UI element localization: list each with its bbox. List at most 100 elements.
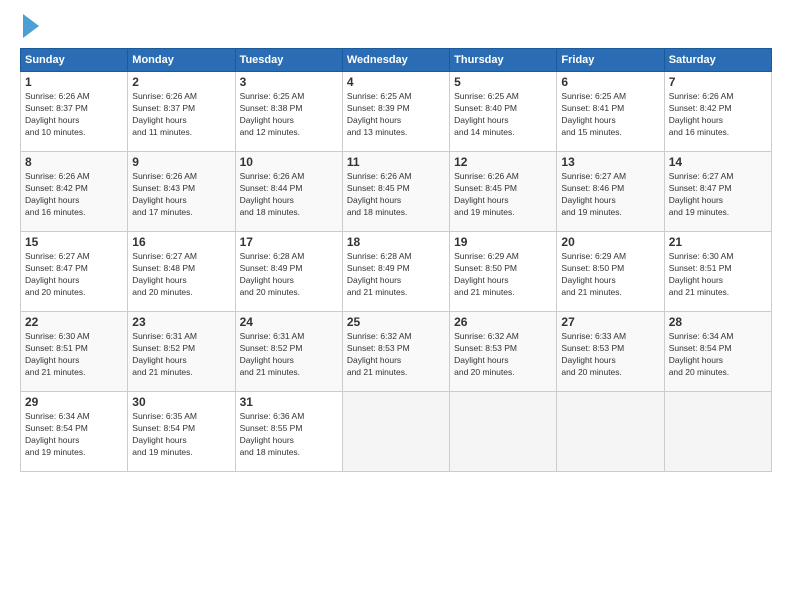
day-info: Sunrise: 6:27 AMSunset: 8:47 PMDaylight … [25,251,90,297]
calendar-cell: 8 Sunrise: 6:26 AMSunset: 8:42 PMDaylight… [21,152,128,232]
day-number: 13 [561,155,659,169]
day-info: Sunrise: 6:32 AMSunset: 8:53 PMDaylight … [454,331,519,377]
calendar-cell: 16 Sunrise: 6:27 AMSunset: 8:48 PMDayligh… [128,232,235,312]
calendar-table: SundayMondayTuesdayWednesdayThursdayFrid… [20,48,772,472]
logo-arrow-icon [23,14,39,38]
day-info: Sunrise: 6:26 AMSunset: 8:37 PMDaylight … [132,91,197,137]
calendar-cell: 9 Sunrise: 6:26 AMSunset: 8:43 PMDaylight… [128,152,235,232]
day-info: Sunrise: 6:28 AMSunset: 8:49 PMDaylight … [240,251,305,297]
calendar-cell: 25Sunrise: 6:32 AMSunset: 8:53 PMDayligh… [342,312,449,392]
calendar-cell [557,392,664,472]
day-number: 24 [240,315,338,329]
calendar-cell: 10 Sunrise: 6:26 AMSunset: 8:44 PMDayligh… [235,152,342,232]
calendar-cell: 6 Sunrise: 6:25 AMSunset: 8:41 PMDaylight… [557,72,664,152]
header-friday: Friday [557,49,664,72]
day-number: 8 [25,155,123,169]
calendar-cell: 17 Sunrise: 6:28 AMSunset: 8:49 PMDayligh… [235,232,342,312]
day-info: Sunrise: 6:27 AMSunset: 8:48 PMDaylight … [132,251,197,297]
day-info: Sunrise: 6:30 AMSunset: 8:51 PMDaylight … [25,331,90,377]
day-number: 14 [669,155,767,169]
day-number: 6 [561,75,659,89]
day-info: Sunrise: 6:29 AMSunset: 8:50 PMDaylight … [454,251,519,297]
day-info: Sunrise: 6:26 AMSunset: 8:44 PMDaylight … [240,171,305,217]
day-number: 5 [454,75,552,89]
day-number: 17 [240,235,338,249]
calendar-cell: 4 Sunrise: 6:25 AMSunset: 8:39 PMDaylight… [342,72,449,152]
week-row-4: 22 Sunrise: 6:30 AMSunset: 8:51 PMDayligh… [21,312,772,392]
calendar-cell: 12 Sunrise: 6:26 AMSunset: 8:45 PMDayligh… [450,152,557,232]
header-wednesday: Wednesday [342,49,449,72]
day-number: 2 [132,75,230,89]
day-number: 11 [347,155,445,169]
calendar-cell: 2 Sunrise: 6:26 AMSunset: 8:37 PMDaylight… [128,72,235,152]
calendar-cell: 13 Sunrise: 6:27 AMSunset: 8:46 PMDayligh… [557,152,664,232]
day-info: Sunrise: 6:26 AMSunset: 8:45 PMDaylight … [454,171,519,217]
day-info: Sunrise: 6:27 AMSunset: 8:47 PMDaylight … [669,171,734,217]
day-number: 1 [25,75,123,89]
calendar-cell: 30 Sunrise: 6:35 AMSunset: 8:54 PMDayligh… [128,392,235,472]
calendar-cell [664,392,771,472]
day-info: Sunrise: 6:26 AMSunset: 8:43 PMDaylight … [132,171,197,217]
day-info: Sunrise: 6:26 AMSunset: 8:45 PMDaylight … [347,171,412,217]
calendar-cell: 1 Sunrise: 6:26 AMSunset: 8:37 PMDaylight… [21,72,128,152]
day-info: Sunrise: 6:35 AMSunset: 8:54 PMDaylight … [132,411,197,457]
calendar-cell: 5Sunrise: 6:25 AMSunset: 8:40 PMDaylight… [450,72,557,152]
day-number: 31 [240,395,338,409]
day-info: Sunrise: 6:34 AMSunset: 8:54 PMDaylight … [669,331,734,377]
day-info: Sunrise: 6:33 AMSunset: 8:53 PMDaylight … [561,331,626,377]
day-info: Sunrise: 6:25 AMSunset: 8:41 PMDaylight … [561,91,626,137]
day-info: Sunrise: 6:25 AMSunset: 8:39 PMDaylight … [347,91,412,137]
day-info: Sunrise: 6:28 AMSunset: 8:49 PMDaylight … [347,251,412,297]
week-row-3: 15 Sunrise: 6:27 AMSunset: 8:47 PMDayligh… [21,232,772,312]
day-number: 3 [240,75,338,89]
day-info: Sunrise: 6:31 AMSunset: 8:52 PMDaylight … [240,331,305,377]
calendar-cell: 22 Sunrise: 6:30 AMSunset: 8:51 PMDayligh… [21,312,128,392]
day-info: Sunrise: 6:26 AMSunset: 8:42 PMDaylight … [669,91,734,137]
calendar-cell: 29 Sunrise: 6:34 AMSunset: 8:54 PMDayligh… [21,392,128,472]
calendar-cell: 3 Sunrise: 6:25 AMSunset: 8:38 PMDaylight… [235,72,342,152]
day-number: 27 [561,315,659,329]
header-monday: Monday [128,49,235,72]
day-number: 21 [669,235,767,249]
day-number: 22 [25,315,123,329]
day-number: 10 [240,155,338,169]
calendar-cell: 11 Sunrise: 6:26 AMSunset: 8:45 PMDayligh… [342,152,449,232]
week-row-5: 29 Sunrise: 6:34 AMSunset: 8:54 PMDayligh… [21,392,772,472]
header [20,16,772,38]
header-thursday: Thursday [450,49,557,72]
calendar-cell: 20Sunrise: 6:29 AMSunset: 8:50 PMDayligh… [557,232,664,312]
page: SundayMondayTuesdayWednesdayThursdayFrid… [0,0,792,612]
day-info: Sunrise: 6:25 AMSunset: 8:38 PMDaylight … [240,91,305,137]
day-info: Sunrise: 6:26 AMSunset: 8:37 PMDaylight … [25,91,90,137]
header-tuesday: Tuesday [235,49,342,72]
calendar-cell: 7Sunrise: 6:26 AMSunset: 8:42 PMDaylight… [664,72,771,152]
day-number: 16 [132,235,230,249]
day-number: 18 [347,235,445,249]
calendar-cell: 19 Sunrise: 6:29 AMSunset: 8:50 PMDayligh… [450,232,557,312]
calendar-cell: 28 Sunrise: 6:34 AMSunset: 8:54 PMDayligh… [664,312,771,392]
header-saturday: Saturday [664,49,771,72]
day-info: Sunrise: 6:27 AMSunset: 8:46 PMDaylight … [561,171,626,217]
day-number: 28 [669,315,767,329]
day-info: Sunrise: 6:26 AMSunset: 8:42 PMDaylight … [25,171,90,217]
logo [20,16,39,38]
day-number: 9 [132,155,230,169]
day-info: Sunrise: 6:32 AMSunset: 8:53 PMDaylight … [347,331,412,377]
calendar-cell: 18 Sunrise: 6:28 AMSunset: 8:49 PMDayligh… [342,232,449,312]
day-number: 23 [132,315,230,329]
calendar-cell: 23Sunrise: 6:31 AMSunset: 8:52 PMDayligh… [128,312,235,392]
day-info: Sunrise: 6:36 AMSunset: 8:55 PMDaylight … [240,411,305,457]
day-number: 12 [454,155,552,169]
day-number: 19 [454,235,552,249]
day-number: 30 [132,395,230,409]
day-number: 29 [25,395,123,409]
day-info: Sunrise: 6:34 AMSunset: 8:54 PMDaylight … [25,411,90,457]
calendar-cell: 21Sunrise: 6:30 AMSunset: 8:51 PMDayligh… [664,232,771,312]
calendar-cell [342,392,449,472]
calendar-cell: 27 Sunrise: 6:33 AMSunset: 8:53 PMDayligh… [557,312,664,392]
day-number: 4 [347,75,445,89]
day-number: 26 [454,315,552,329]
day-number: 15 [25,235,123,249]
header-sunday: Sunday [21,49,128,72]
calendar-cell: 15 Sunrise: 6:27 AMSunset: 8:47 PMDayligh… [21,232,128,312]
